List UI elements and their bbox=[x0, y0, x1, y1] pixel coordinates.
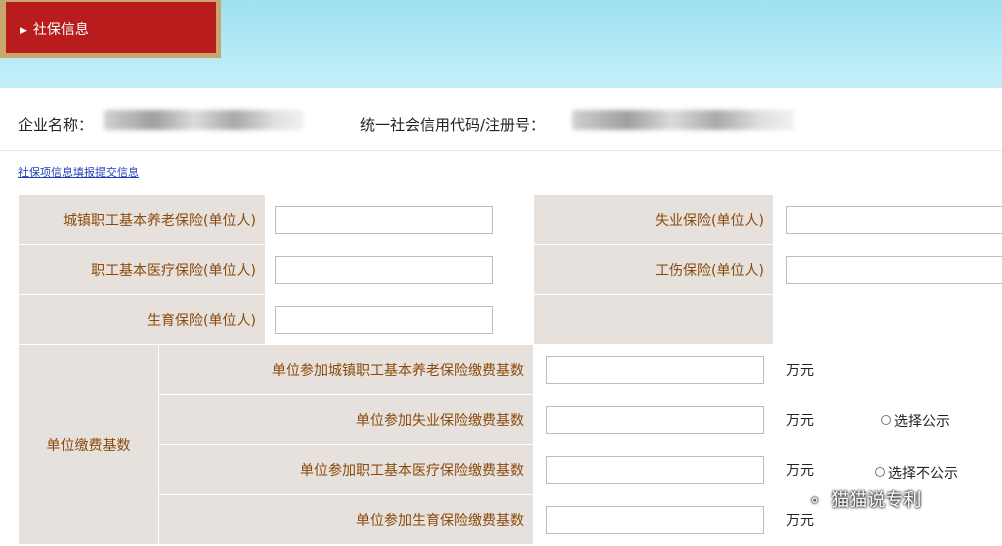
empty-cell bbox=[533, 294, 774, 345]
empty-cell bbox=[773, 294, 1002, 345]
payment-base-group-label: 单位缴费基数 bbox=[18, 344, 159, 545]
pension-cell bbox=[265, 194, 534, 245]
form-row: 生育保险(单位人) bbox=[18, 294, 1002, 345]
triangle-right-icon: ▶ bbox=[20, 26, 27, 36]
pension-base-input[interactable] bbox=[546, 355, 764, 384]
medical-base-label: 单位参加职工基本医疗保险缴费基数 bbox=[158, 444, 534, 495]
wechat-icon: ⚬ bbox=[808, 491, 822, 510]
private-option-label: 选择不公示 bbox=[888, 466, 958, 482]
unemployment-base-unit: 万元 bbox=[773, 394, 863, 445]
unemployment-base-cell bbox=[533, 394, 774, 445]
pension-base-cell bbox=[533, 344, 774, 395]
nav-tab-social-insurance[interactable]: ▶ 社保信息 bbox=[0, 0, 221, 58]
injury-cell bbox=[773, 244, 1002, 295]
unemployment-label: 失业保险(单位人) bbox=[533, 194, 774, 245]
injury-label: 工伤保险(单位人) bbox=[533, 244, 774, 295]
maternity-base-label: 单位参加生育保险缴费基数 bbox=[158, 494, 534, 545]
credit-code-label: 统一社会信用代码/注册号： bbox=[360, 116, 546, 134]
company-info-row: 企业名称： 统一社会信用代码/注册号： bbox=[0, 96, 1002, 151]
watermark: ⚬ 猫猫说专利 bbox=[808, 486, 921, 512]
medical-base-cell bbox=[533, 444, 774, 495]
form-row: 单位参加失业保险缴费基数 万元 bbox=[19, 394, 1002, 445]
radio-circle-icon[interactable] bbox=[875, 467, 885, 477]
unemployment-input[interactable] bbox=[786, 205, 1002, 234]
medical-cell bbox=[265, 244, 534, 295]
form-row: 城镇职工基本养老保险(单位人) 失业保险(单位人) bbox=[18, 194, 1002, 245]
pension-input[interactable] bbox=[275, 205, 493, 234]
pension-base-unit: 万元 bbox=[773, 344, 863, 395]
unemployment-base-label: 单位参加失业保险缴费基数 bbox=[158, 394, 534, 445]
maternity-base-cell bbox=[533, 494, 774, 545]
unemployment-cell bbox=[773, 194, 1002, 245]
medical-label: 职工基本医疗保险(单位人) bbox=[18, 244, 266, 295]
pension-base-label: 单位参加城镇职工基本养老保险缴费基数 bbox=[158, 344, 534, 395]
maternity-base-input[interactable] bbox=[546, 505, 764, 534]
injury-input[interactable] bbox=[786, 255, 1002, 284]
company-name-label: 企业名称： bbox=[18, 116, 94, 134]
medical-base-input[interactable] bbox=[546, 455, 764, 484]
form-row: 单位缴费基数 单位参加城镇职工基本养老保险缴费基数 万元 选择公示 选择不公示 bbox=[18, 344, 1002, 545]
company-name-redacted bbox=[104, 110, 304, 130]
radio-circle-icon[interactable] bbox=[881, 415, 891, 425]
form-row: 职工基本医疗保险(单位人) 工伤保险(单位人) bbox=[18, 244, 1002, 295]
credit-code-redacted bbox=[572, 110, 794, 130]
pension-label: 城镇职工基本养老保险(单位人) bbox=[18, 194, 266, 245]
nav-tab-inner[interactable]: ▶ 社保信息 bbox=[6, 2, 216, 53]
nav-tab-label: 社保信息 bbox=[32, 22, 89, 38]
maternity-input[interactable] bbox=[275, 305, 493, 334]
public-option-label: 选择公示 bbox=[894, 414, 950, 430]
medical-input[interactable] bbox=[275, 255, 493, 284]
public-option[interactable]: 选择公示 bbox=[881, 411, 950, 431]
unemployment-base-input[interactable] bbox=[546, 405, 764, 434]
private-option[interactable]: 选择不公示 bbox=[875, 463, 958, 483]
maternity-cell bbox=[265, 294, 534, 345]
maternity-label: 生育保险(单位人) bbox=[18, 294, 266, 345]
fill-info-link[interactable]: 社保项信息填报提交信息 bbox=[18, 164, 139, 180]
watermark-text: 猫猫说专利 bbox=[831, 490, 922, 511]
publicity-options: 选择公示 选择不公示 bbox=[862, 344, 1002, 545]
